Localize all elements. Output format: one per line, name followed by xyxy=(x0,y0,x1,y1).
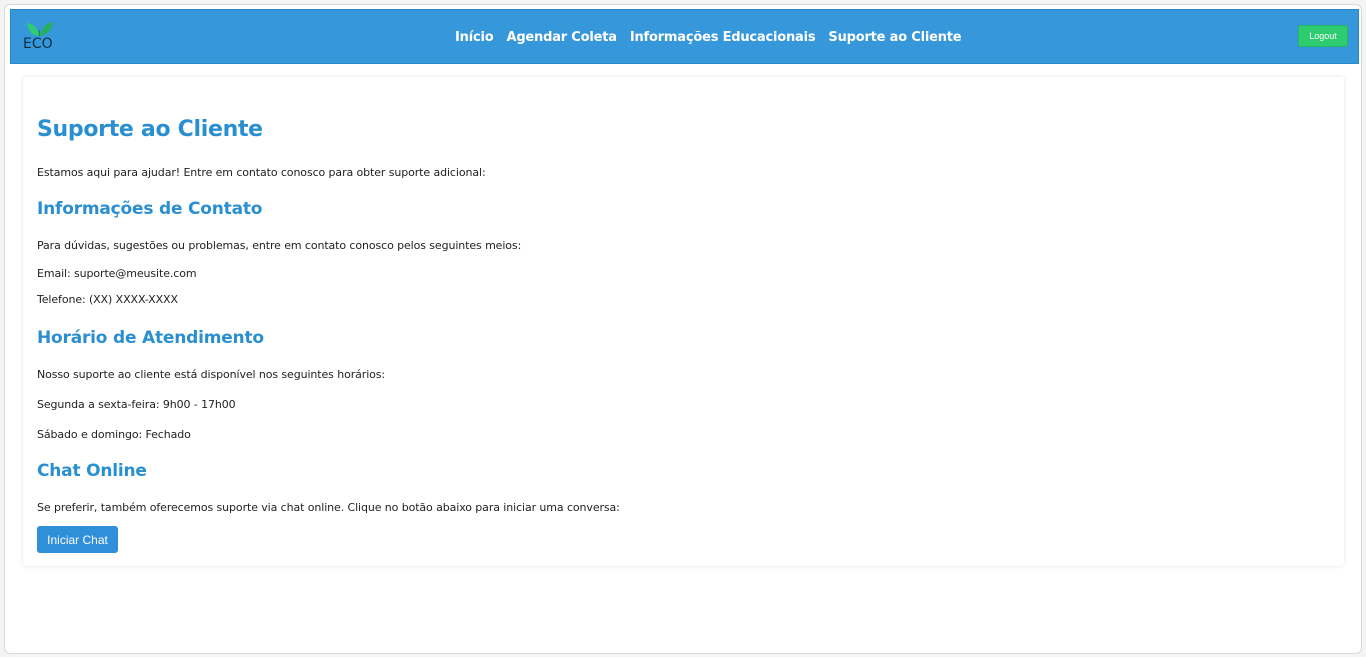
chat-description: Se preferir, também oferecemos suporte v… xyxy=(37,501,620,514)
contact-description: Para dúvidas, sugestões ou problemas, en… xyxy=(37,239,522,252)
nav-link-agendar-coleta[interactable]: Agendar Coleta xyxy=(506,30,617,45)
main-nav: Início Agendar Coleta Informações Educac… xyxy=(455,10,962,65)
nav-link-suporte-ao-cliente[interactable]: Suporte ao Cliente xyxy=(828,30,961,45)
contact-phone: Telefone: (XX) XXXX-XXXX xyxy=(37,293,178,306)
contact-email: Email: suporte@meusite.com xyxy=(37,267,197,280)
chat-heading: Chat Online xyxy=(37,461,147,481)
intro-text: Estamos aqui para ajudar! Entre em conta… xyxy=(37,166,486,179)
logo-text: ECO xyxy=(23,36,53,52)
contact-heading: Informações de Contato xyxy=(37,199,263,219)
nav-link-inicio[interactable]: Início xyxy=(455,30,494,45)
hours-heading: Horário de Atendimento xyxy=(37,328,264,348)
page-title: Suporte ao Cliente xyxy=(37,117,263,142)
top-navbar: ECO Início Agendar Coleta Informações Ed… xyxy=(10,9,1359,64)
support-card: Suporte ao Cliente Estamos aqui para aju… xyxy=(23,77,1344,566)
nav-link-informacoes-educacionais[interactable]: Informações Educacionais xyxy=(630,30,816,45)
start-chat-button[interactable]: Iniciar Chat xyxy=(37,526,118,553)
logout-button[interactable]: Logout xyxy=(1298,25,1348,47)
browser-viewport: ECO Início Agendar Coleta Informações Ed… xyxy=(4,4,1362,654)
hours-description: Nosso suporte ao cliente está disponível… xyxy=(37,368,386,381)
hours-weekdays: Segunda a sexta-feira: 9h00 - 17h00 xyxy=(37,398,236,411)
eco-logo[interactable]: ECO xyxy=(23,21,59,55)
hours-weekend: Sábado e domingo: Fechado xyxy=(37,428,191,441)
